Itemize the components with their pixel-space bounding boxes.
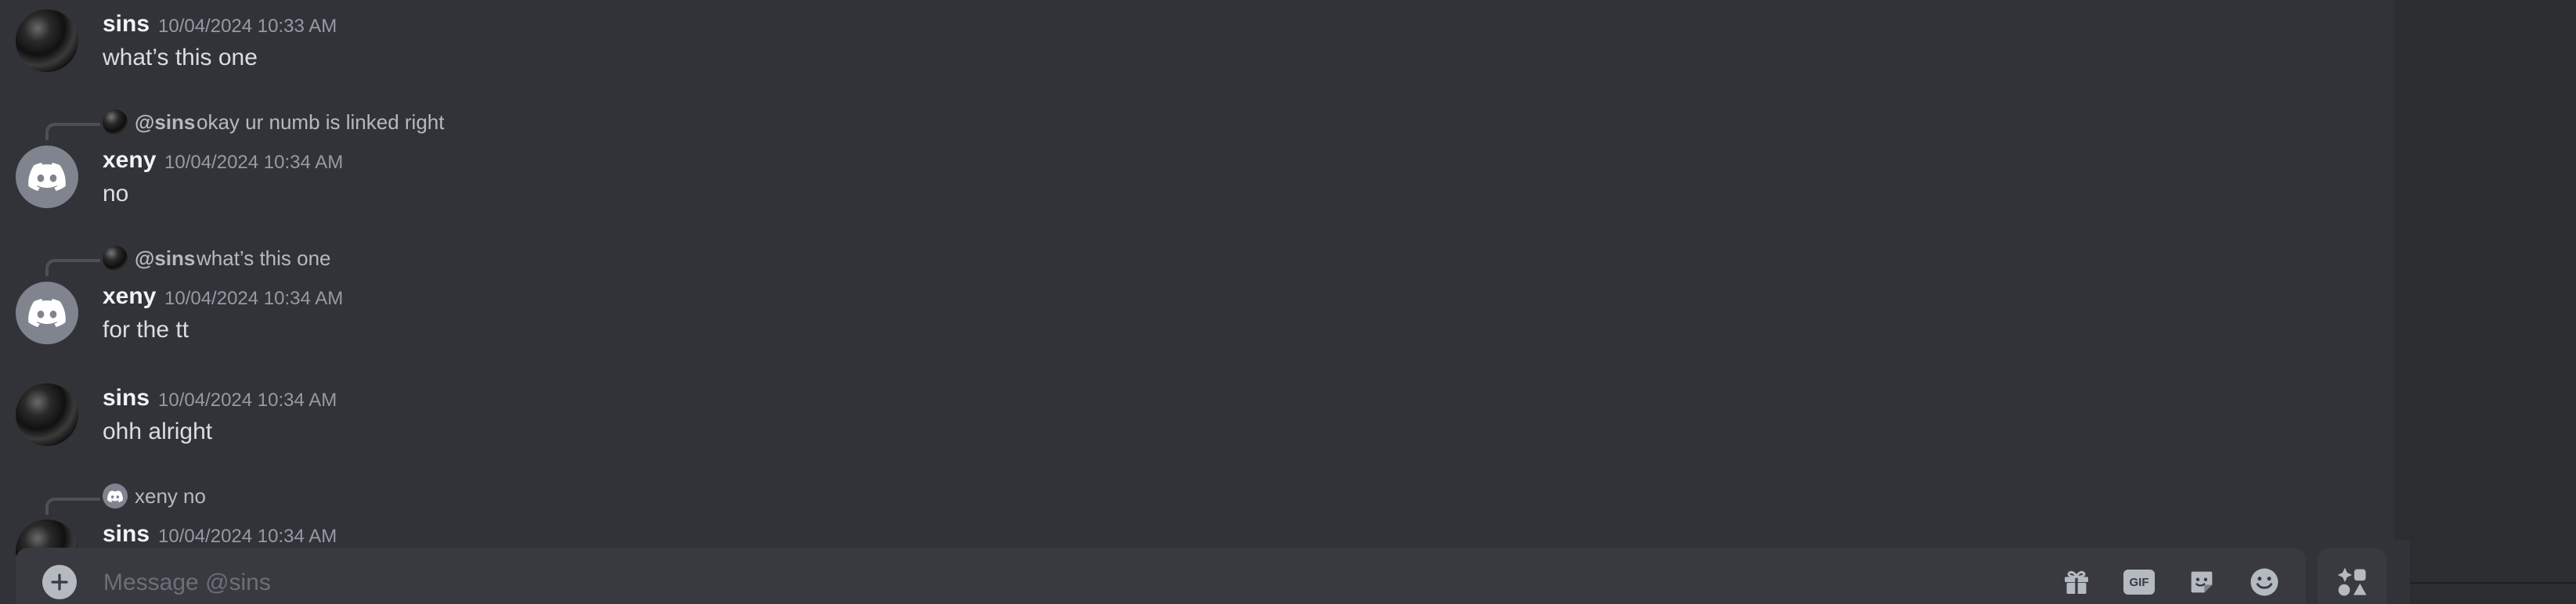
emoji-icon <box>2250 568 2278 596</box>
app-launcher-icon <box>2337 567 2367 596</box>
message-username[interactable]: xeny <box>103 283 156 310</box>
discord-logo-icon <box>28 299 66 327</box>
reply-preview-text[interactable]: okay ur numb is linked right <box>197 110 444 135</box>
gif-icon: GIF <box>2123 570 2155 595</box>
message-username[interactable]: sins <box>103 385 150 412</box>
side-panel <box>2410 0 2576 604</box>
reply-preview-text[interactable]: no <box>183 484 206 509</box>
reply-connector <box>45 259 100 276</box>
avatar-xeny[interactable] <box>16 146 78 208</box>
message-username[interactable]: xeny <box>103 147 156 174</box>
reply-mention[interactable]: @sins <box>135 246 195 271</box>
discord-logo-icon <box>28 163 66 191</box>
gift-icon <box>2065 570 2088 594</box>
gif-label: GIF <box>2129 575 2149 589</box>
gif-button[interactable]: GIF <box>2122 565 2156 599</box>
message-username[interactable]: sins <box>103 521 150 548</box>
add-attachment-button[interactable] <box>42 565 77 599</box>
avatar-xeny[interactable] <box>16 282 78 344</box>
reply-mention[interactable]: xeny <box>135 484 178 509</box>
reply-avatar[interactable] <box>103 246 128 271</box>
sticker-button[interactable] <box>2185 565 2219 599</box>
sticker-icon <box>2191 571 2213 593</box>
reply-mention[interactable]: @sins <box>135 110 195 135</box>
avatar-sins[interactable] <box>16 383 78 446</box>
message-composer: GIF <box>16 548 2306 604</box>
message-content: no <box>103 181 129 207</box>
discord-logo-icon <box>107 490 123 502</box>
message-timestamp: 10/04/2024 10:34 AM <box>158 526 337 547</box>
chat-area: sins 10/04/2024 10:33 AM what’s this one… <box>0 0 2394 604</box>
message-content: what’s this one <box>103 45 258 70</box>
scrollbar[interactable] <box>2394 0 2410 540</box>
message-timestamp: 10/04/2024 10:33 AM <box>158 16 337 37</box>
reply-connector <box>45 123 100 140</box>
reply-preview-text[interactable]: what’s this one <box>197 246 331 271</box>
reply-avatar[interactable] <box>103 110 128 135</box>
avatar-sins[interactable] <box>16 9 78 72</box>
message-timestamp: 10/04/2024 10:34 AM <box>164 152 344 173</box>
message-content: ohh alright <box>103 419 213 444</box>
apps-button[interactable] <box>2318 548 2387 604</box>
message-timestamp: 10/04/2024 10:34 AM <box>164 288 344 309</box>
side-panel-divider <box>2410 582 2576 584</box>
message-input[interactable] <box>102 560 2047 604</box>
reply-connector <box>45 498 100 515</box>
emoji-button[interactable] <box>2247 565 2282 599</box>
reply-avatar[interactable] <box>103 484 128 509</box>
gift-button[interactable] <box>2059 565 2094 599</box>
message-username[interactable]: sins <box>103 11 150 38</box>
message-content: for the tt <box>103 317 189 343</box>
plus-icon <box>51 573 68 591</box>
message-timestamp: 10/04/2024 10:34 AM <box>158 390 337 411</box>
